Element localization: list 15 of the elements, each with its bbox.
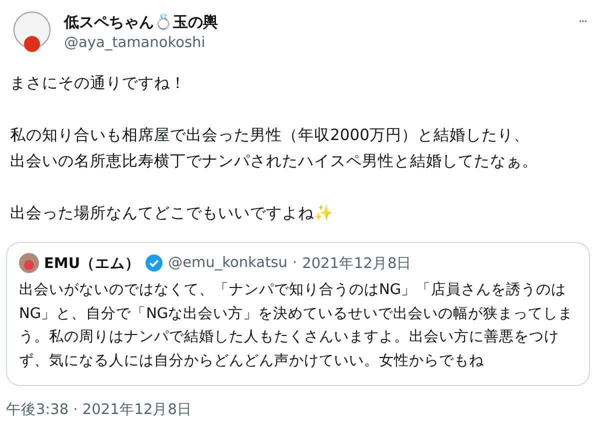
separator: · xyxy=(292,255,298,271)
tweet-text-line: 出会った場所なんてどこでもいいですよね✨ xyxy=(10,203,333,224)
tweet-text-line: 出会いの名所恵比寿横丁でナンパされたハイスペ男性と結婚してたなぁ。 xyxy=(10,151,538,172)
author-handle[interactable]: @aya_tamanokoshi xyxy=(64,32,564,54)
quoted-author-handle: @emu_konkatsu xyxy=(168,255,288,271)
author-name[interactable]: 低スペちゃん💍玉の輿 xyxy=(64,12,564,32)
quoted-tweet-card[interactable]: EMU（エム） @emu_konkatsu · 2021年12月8日 出会いがないのではなくて、「ナンパで知り合うのはNG」「店員さんを誘うのはNG」と、自分で「NGな出会い方」を決めているせいで出会いの幅が狭まってしまう。私の周りはナンパで結婚した人もたくさんいますよ。出会い方に善悪をつけず、気になる人には自分からどんどん声かけていい。女性からでもね xyxy=(6,242,590,386)
quoted-author-name: EMU（エム） xyxy=(44,254,140,272)
quoted-date: 2021年12月8日 xyxy=(302,254,412,272)
tweet-text-line: 私の知り合いも相席屋で出会った男性（年収2000万円）と結婚したり、 xyxy=(10,125,530,146)
timestamp[interactable]: 午後3:38 · 2021年12月8日 xyxy=(6,400,192,419)
avatar-icon xyxy=(19,253,39,273)
more-menu-button[interactable]: ··· xyxy=(574,8,590,32)
quoted-tweet-text: 出会いがないのではなくて、「ナンパで知り合うのはNG」「店員さんを誘うのはNG」と、自分で「NGな出会い方」を決めているせいで出会いの幅が狭まってしまう。私の周りはナンパで結婚した人もたくさんいますよ。出会い方に善悪をつけず、気になる人には自分からどんどん声かけていい。女性からでもね xyxy=(19,280,574,370)
tweet-text-line: まさにその通りですね！ xyxy=(10,73,186,94)
